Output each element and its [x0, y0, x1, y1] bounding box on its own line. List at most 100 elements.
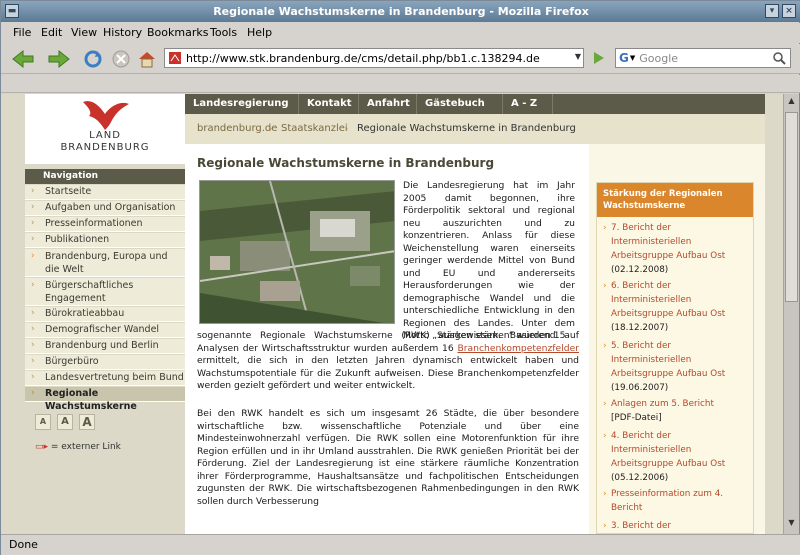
nav-item-europa[interactable]: › Brandenburg, Europa und die Welt [25, 249, 185, 277]
nav-item-demografie[interactable]: › Demografischer Wandel [25, 323, 185, 338]
nav-arrow-icon: › [31, 280, 35, 290]
search-box[interactable]: G ▼ Google [615, 48, 791, 68]
topnav-anfahrt[interactable]: Anfahrt [359, 94, 417, 114]
related-item-7-bericht[interactable]: › 7. Bericht der Interministeriellen Arbe… [603, 221, 749, 277]
intro-paragraph-full: sogenannte Regionale Wachstumskerne (RWK… [197, 330, 580, 391]
go-arrow-icon [594, 52, 604, 64]
nav-item-aufgaben[interactable]: › Aufgaben und Organisation [25, 201, 185, 216]
item-arrow-icon: › [603, 341, 607, 351]
item-arrow-icon: › [603, 399, 607, 409]
nav-item-landesvertretung[interactable]: › Landesvertretung beim Bund [25, 371, 185, 386]
window-menu-button[interactable]: ▬ [5, 4, 19, 18]
font-size-medium-button[interactable]: A [57, 414, 73, 430]
forward-arrow-icon [48, 49, 70, 69]
menu-tools[interactable]: Tools [210, 26, 237, 39]
font-size-large-button[interactable]: A [79, 414, 95, 430]
nav-item-buergerbuero[interactable]: › Bürgerbüro [25, 355, 185, 370]
logo-line-2: BRANDENBURG [60, 142, 150, 153]
stop-button[interactable] [109, 48, 133, 70]
related-item-4-bericht[interactable]: › 4. Bericht der Interministeriellen Arbe… [603, 429, 749, 485]
nav-item-presseinformationen[interactable]: › Presseinformationen [25, 217, 185, 232]
url-dropdown-icon[interactable]: ▼ [575, 52, 581, 61]
nav-arrow-icon: › [31, 186, 35, 196]
brandenburg-logo[interactable]: LAND BRANDENBURG [25, 94, 185, 164]
external-link-icon: ▭▸ [35, 442, 49, 452]
nav-item-wachstumskerne[interactable]: › Regionale Wachstumskerne [25, 387, 185, 412]
intro-paragraph-side: Die Landesregierung hat im Jahr 2005 dam… [403, 180, 575, 341]
menu-bar: File Edit View History Bookmarks Tools H… [1, 23, 800, 43]
close-button[interactable]: × [782, 4, 796, 18]
page-title: Regionale Wachstumskerne in Brandenburg [197, 156, 495, 170]
bookmarks-toolbar [1, 75, 800, 93]
scroll-down-icon[interactable]: ▼ [785, 518, 798, 532]
menu-help[interactable]: Help [247, 26, 272, 39]
main-content: Regionale Wachstumskerne in Brandenburg [185, 144, 589, 534]
search-engine-dropdown-icon[interactable]: ▼ [630, 54, 635, 62]
status-text: Done [9, 538, 38, 551]
nav-arrow-icon: › [31, 388, 35, 398]
nav-item-engagement[interactable]: › Bürgerschaftliches Engagement [25, 278, 185, 306]
right-sidebar: Stärkung der Regionalen Wachstumskerne ›… [589, 144, 765, 534]
home-button[interactable] [135, 48, 159, 70]
aerial-photo [199, 180, 395, 324]
menu-view[interactable]: View [71, 26, 97, 39]
topnav-a-z[interactable]: A - Z [503, 94, 553, 114]
breadcrumb-home[interactable]: brandenburg.de [197, 123, 277, 134]
topnav-landesregierung[interactable]: Landesregierung ▭▸ [185, 94, 299, 128]
minimize-button[interactable]: ▾ [765, 4, 779, 18]
url-bar[interactable]: http://www.stk.brandenburg.de/cms/detail… [164, 48, 584, 68]
nav-item-berlin[interactable]: › Brandenburg und Berlin [25, 339, 185, 354]
related-item-5-bericht[interactable]: › 5. Bericht der Interministeriellen Arbe… [603, 339, 749, 395]
search-icon[interactable] [772, 51, 786, 68]
related-links-heading: Stärkung der Regionalen Wachstumskerne [597, 183, 753, 217]
search-input[interactable]: Google [639, 52, 678, 65]
branchenkompetenzfelder-link[interactable]: Branchenkompetenzfelder [457, 343, 579, 354]
url-text[interactable]: http://www.stk.brandenburg.de/cms/detail… [186, 52, 540, 65]
go-button[interactable] [590, 48, 608, 68]
menu-bookmarks[interactable]: Bookmarks [147, 26, 208, 39]
nav-arrow-icon: › [31, 218, 35, 228]
related-item-anlagen[interactable]: › Anlagen zum 5. Bericht [PDF-Datei] [603, 397, 749, 425]
web-page: LAND BRANDENBURG Landesregierung ▭▸ Kont… [25, 94, 765, 534]
font-size-small-button[interactable]: A [35, 414, 51, 430]
title-bar: ▬ Regionale Wachstumskerne in Brandenbur… [1, 1, 800, 22]
menu-file[interactable]: File [13, 26, 31, 39]
breadcrumb-separator-icon: › [345, 124, 349, 133]
nav-item-buerokratieabbau[interactable]: › Bürokratieabbau [25, 307, 185, 322]
topnav-kontakt[interactable]: Kontakt [299, 94, 359, 114]
forward-button[interactable] [45, 48, 73, 70]
topnav-gaestebuch[interactable]: Gästebuch ▭▸ [417, 94, 503, 128]
browser-window: ▬ Regionale Wachstumskerne in Brandenbur… [0, 0, 800, 555]
home-icon [139, 52, 155, 68]
vertical-scrollbar[interactable]: ▲ ▼ [783, 94, 799, 534]
page-viewport: LAND BRANDENBURG Landesregierung ▭▸ Kont… [1, 94, 783, 534]
scroll-up-icon[interactable]: ▲ [785, 96, 798, 110]
related-item-presseinformation[interactable]: › Presseinformation zum 4. Bericht [603, 487, 749, 515]
external-link-legend: ▭▸ = externer Link [35, 442, 121, 452]
item-arrow-icon: › [603, 489, 607, 499]
item-arrow-icon: › [603, 431, 607, 441]
scroll-thumb[interactable] [785, 112, 798, 302]
nav-item-publikationen[interactable]: › Publikationen [25, 233, 185, 248]
site-favicon-icon [169, 52, 181, 64]
back-button[interactable] [9, 48, 37, 70]
nav-arrow-icon: › [31, 308, 35, 318]
back-arrow-icon [12, 49, 34, 69]
top-navigation: Landesregierung ▭▸ Kontakt Anfahrt Gäste… [185, 94, 765, 128]
nav-arrow-icon: › [31, 234, 35, 244]
menu-history[interactable]: History [103, 26, 142, 39]
google-engine-icon[interactable]: G [619, 51, 629, 65]
menu-edit[interactable]: Edit [41, 26, 62, 39]
item-arrow-icon: › [603, 281, 607, 291]
rwk-paragraph: Bei den RWK handelt es sich um insgesamt… [197, 408, 579, 507]
nav-arrow-icon: › [31, 202, 35, 212]
nav-arrow-icon: › [31, 372, 35, 382]
breadcrumb-staatskanzlei[interactable]: Staatskanzlei [281, 123, 348, 134]
related-item-3-bericht[interactable]: › 3. Bericht der [603, 519, 749, 533]
nav-arrow-icon: › [31, 340, 35, 350]
related-item-6-bericht[interactable]: › 6. Bericht der Interministeriellen Arbe… [603, 279, 749, 335]
breadcrumb-separator-icon: › [269, 124, 273, 133]
reload-icon [84, 50, 102, 68]
reload-button[interactable] [81, 48, 105, 70]
nav-item-startseite[interactable]: › Startseite [25, 185, 185, 200]
